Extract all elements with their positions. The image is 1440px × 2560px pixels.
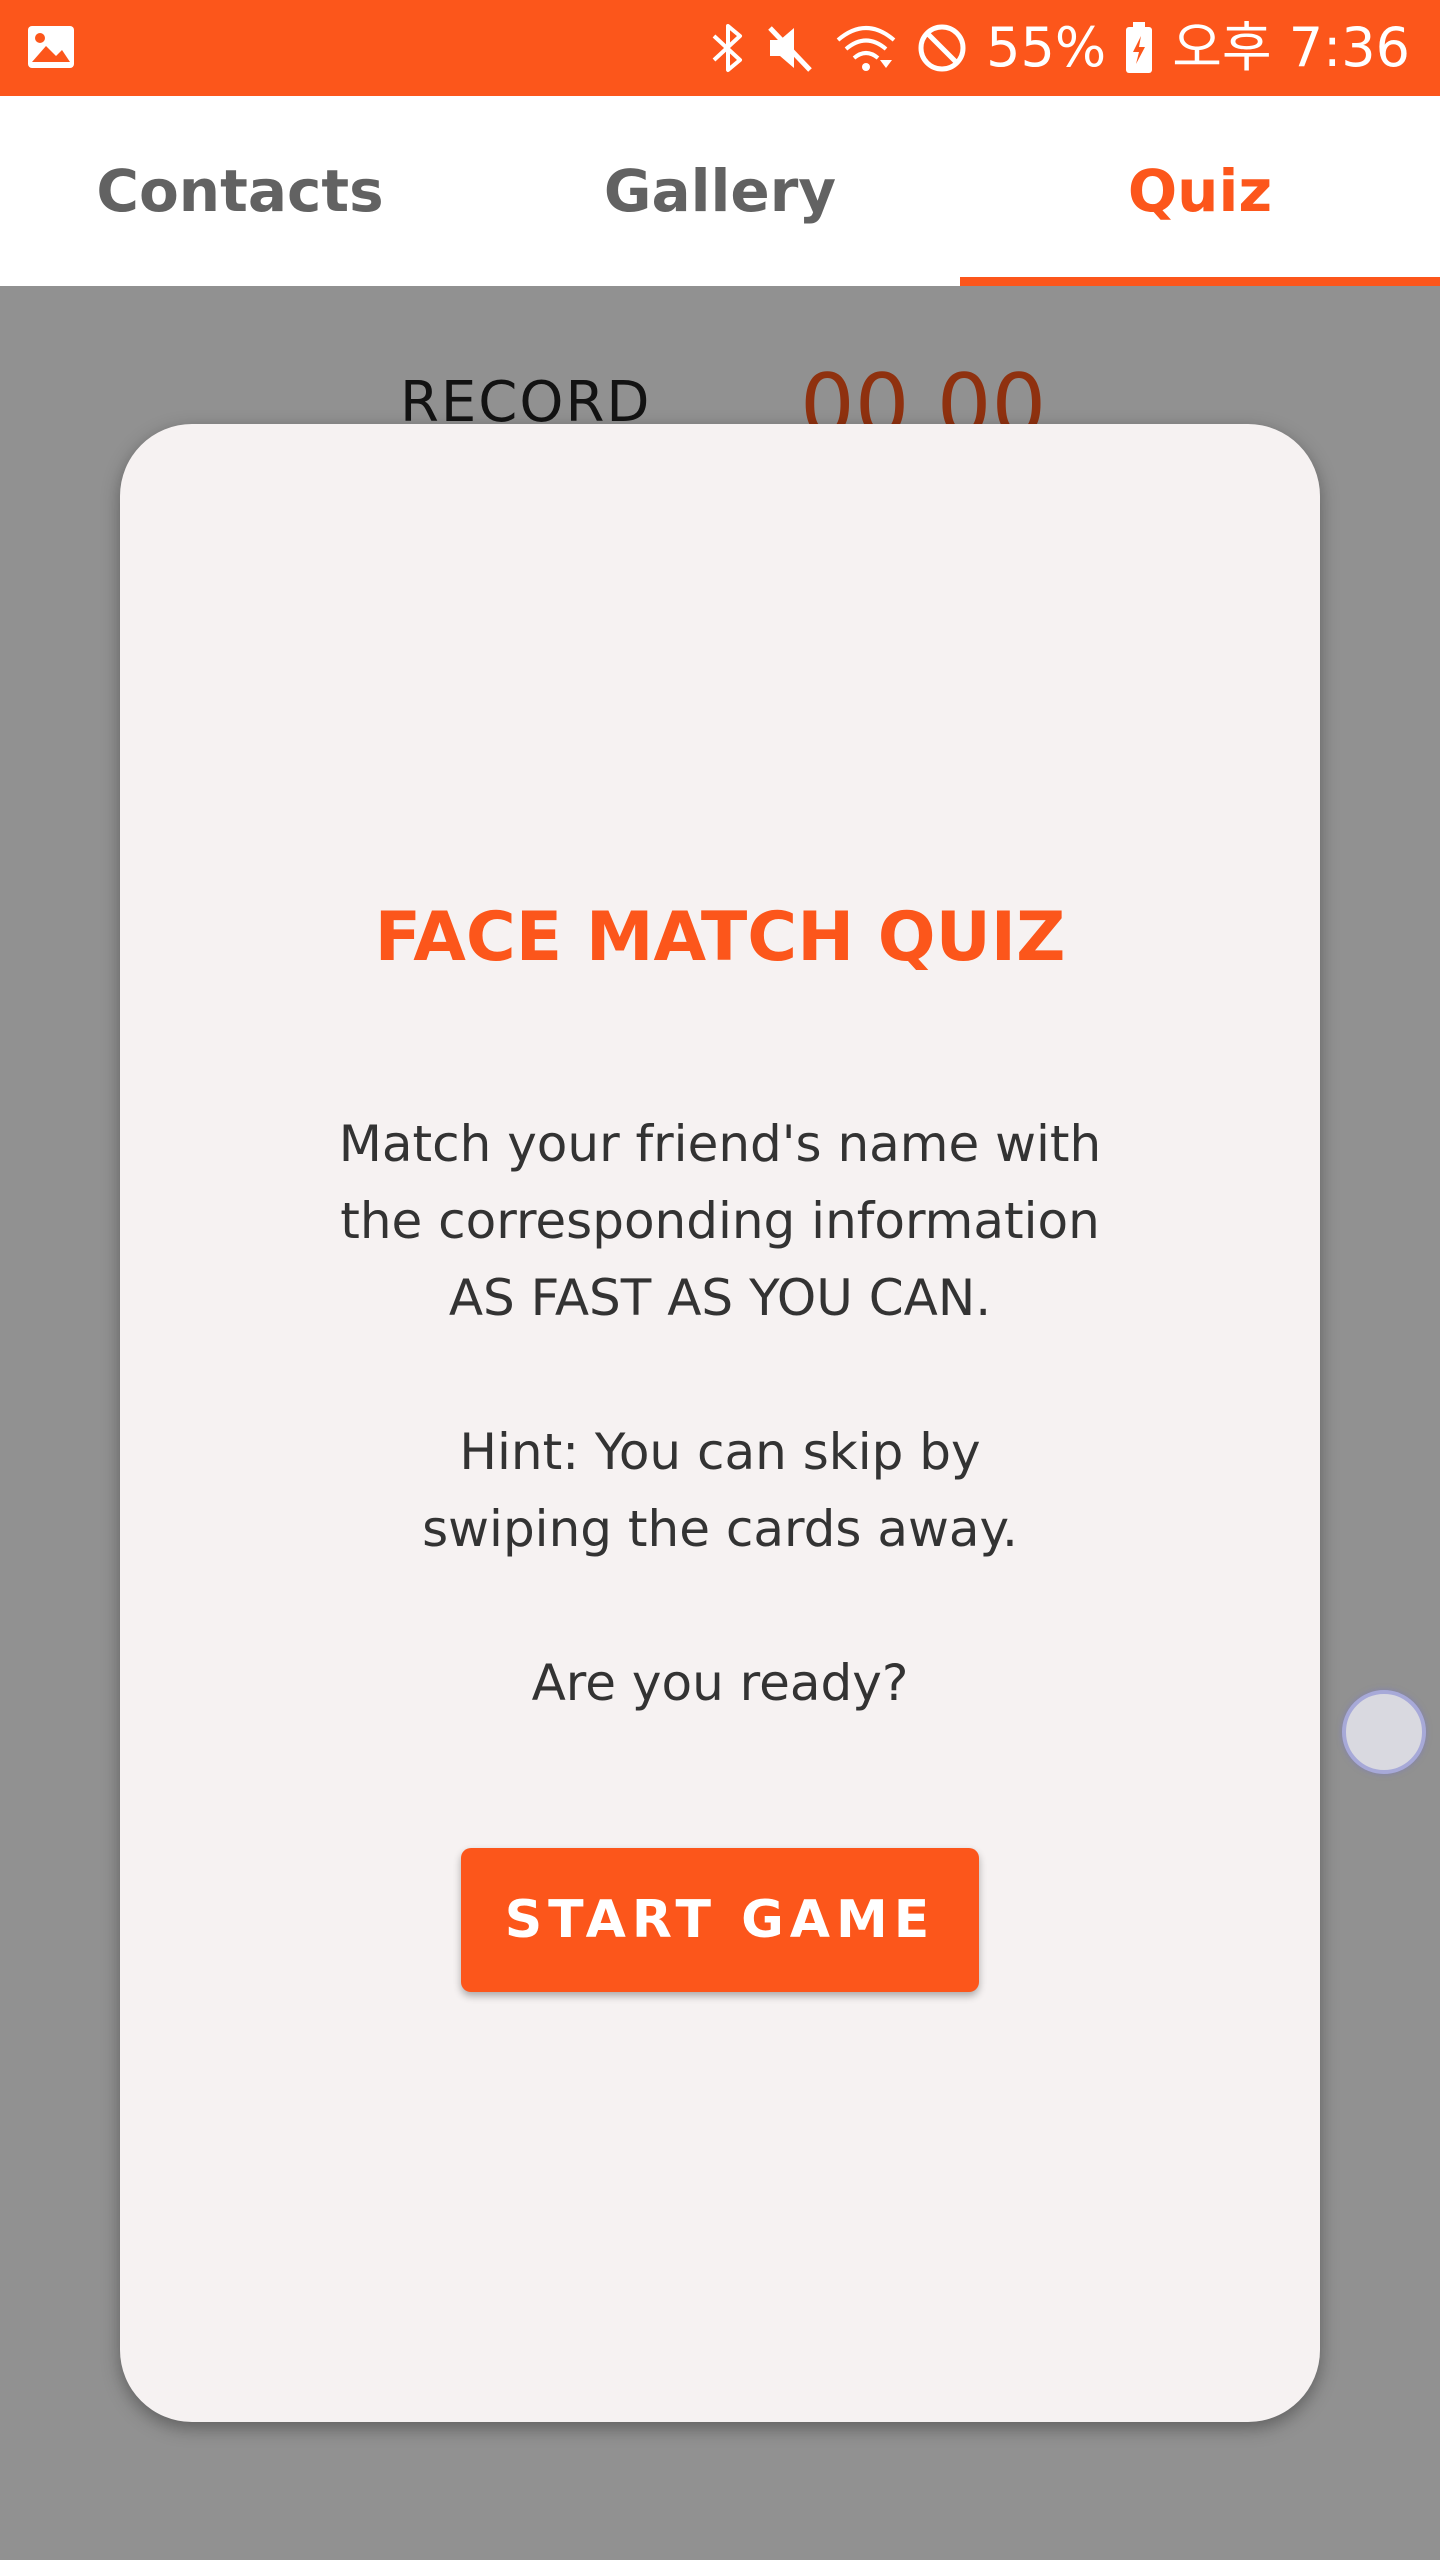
instruction-line: the corresponding information [340,1192,1100,1250]
battery-percent: 55% [986,16,1107,79]
dialog-title: FACE MATCH QUIZ [374,898,1066,977]
do-not-disturb-icon [916,18,968,78]
hint-line: Hint: You can skip by [459,1423,981,1481]
instruction-line: AS FAST AS YOU CAN. [448,1269,992,1327]
active-tab-indicator [960,277,1440,286]
quiz-intro-dialog: FACE MATCH QUIZ Match your friend's name… [120,424,1320,2422]
mute-icon [764,18,816,78]
wifi-icon [834,18,898,78]
battery-icon [1124,18,1154,78]
tab-bar: Contacts Gallery Quiz [0,96,1440,286]
tab-quiz[interactable]: Quiz [960,96,1440,286]
status-bar: 55% 오후 7:36 [0,0,1440,96]
ready-text: Are you ready? [531,1654,909,1712]
status-icons: 55% 오후 7:36 [710,14,1410,82]
instruction-line: Match your friend's name with [338,1115,1102,1173]
bluetooth-icon [710,18,746,78]
hint-line: swiping the cards away. [422,1500,1018,1558]
floating-handle[interactable] [1342,1690,1426,1774]
start-game-button[interactable]: START GAME [461,1848,979,1992]
clock: 오후 7:36 [1172,16,1410,79]
tab-contacts[interactable]: Contacts [0,96,480,286]
dialog-body: Match your friend's name with the corres… [220,1106,1220,1722]
image-icon [26,22,76,72]
tab-gallery[interactable]: Gallery [480,96,960,286]
